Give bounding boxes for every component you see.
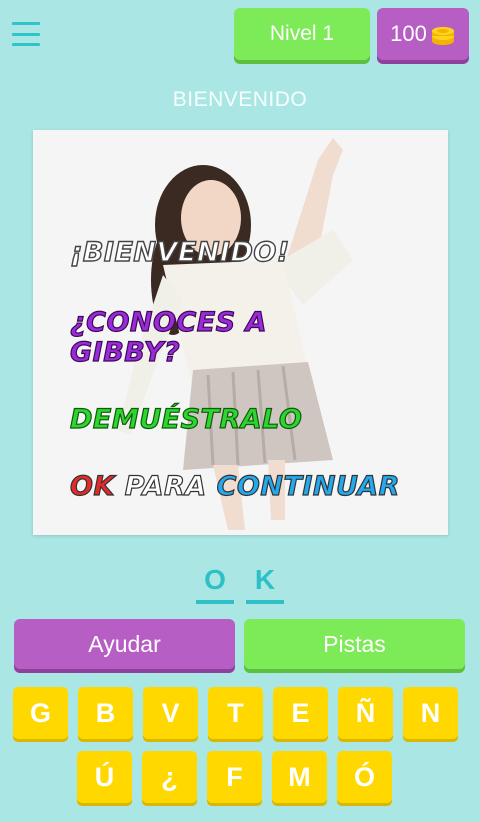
answer-underline bbox=[246, 600, 284, 604]
letter-key[interactable]: F bbox=[207, 751, 262, 803]
letter-key[interactable]: N bbox=[403, 687, 458, 739]
page-title: BIENVENIDO bbox=[172, 88, 308, 111]
coins-button[interactable]: 100 bbox=[377, 8, 469, 60]
letter-key[interactable]: M bbox=[272, 751, 327, 803]
answer-slot[interactable]: O bbox=[196, 562, 234, 604]
help-button[interactable]: Ayudar bbox=[14, 619, 235, 669]
level-label: Nivel 1 bbox=[269, 22, 335, 45]
letter-key[interactable]: Ú bbox=[77, 751, 132, 803]
letter-key[interactable]: T bbox=[208, 687, 263, 739]
answer-underline bbox=[196, 600, 234, 604]
overlay-continuar-word: CONTINUAR bbox=[216, 471, 400, 502]
overlay-ok-word: OK bbox=[69, 471, 115, 502]
answer-slots: O K bbox=[0, 562, 480, 604]
letter-key[interactable]: B bbox=[78, 687, 133, 739]
coin-stack-icon bbox=[431, 27, 454, 45]
answer-letter: K bbox=[254, 564, 276, 595]
overlay-line-3: DEMUÉSTRALO bbox=[69, 404, 303, 435]
letter-key[interactable]: E bbox=[273, 687, 328, 739]
overlay-para-word: PARA bbox=[124, 471, 207, 502]
overlay-line-4: OK PARA CONTINUAR bbox=[69, 471, 400, 502]
puzzle-image: ¡BIENVENIDO! ¿CONOCES A GIBBY? DEMUÉSTRA… bbox=[33, 130, 448, 535]
level-button[interactable]: Nivel 1 bbox=[234, 8, 370, 60]
letter-key[interactable]: ¿ bbox=[142, 751, 197, 803]
letter-keyboard: G B V T E Ñ N Ú ¿ F M Ó bbox=[13, 687, 469, 815]
menu-icon[interactable] bbox=[12, 22, 40, 46]
letter-key[interactable]: Ñ bbox=[338, 687, 393, 739]
keyboard-row-2: Ú ¿ F M Ó bbox=[13, 751, 469, 803]
hints-button[interactable]: Pistas bbox=[244, 619, 465, 669]
coins-count: 100 bbox=[390, 21, 427, 46]
overlay-line-1: ¡BIENVENIDO! bbox=[69, 237, 290, 268]
letter-key[interactable]: V bbox=[143, 687, 198, 739]
letter-key[interactable]: Ó bbox=[337, 751, 392, 803]
overlay-line-2: ¿CONOCES A GIBBY? bbox=[69, 307, 267, 368]
letter-key[interactable]: G bbox=[13, 687, 68, 739]
keyboard-row-1: G B V T E Ñ N bbox=[13, 687, 469, 739]
answer-letter: O bbox=[204, 564, 226, 595]
answer-slot[interactable]: K bbox=[246, 562, 284, 604]
